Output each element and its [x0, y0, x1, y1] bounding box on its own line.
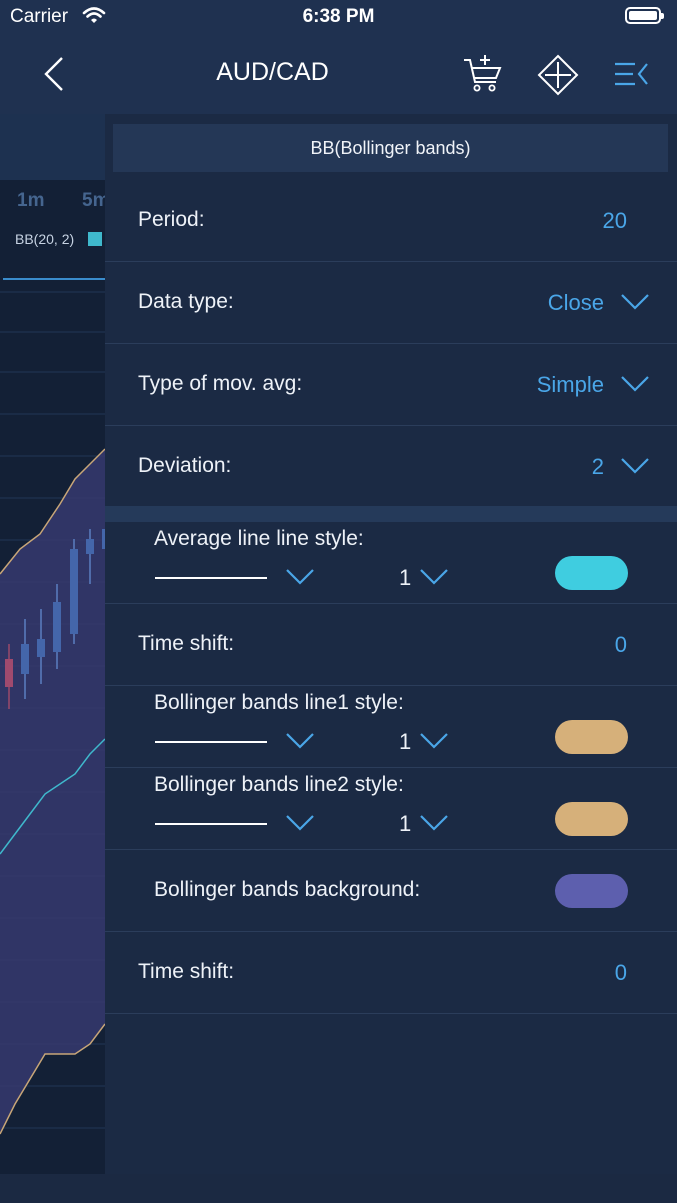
chevron-down-icon[interactable]	[419, 568, 449, 586]
chevron-down-icon[interactable]	[620, 457, 650, 475]
chevron-down-icon[interactable]	[285, 732, 315, 750]
panel-header: BB(Bollinger bands)	[113, 124, 668, 172]
bb-background-row[interactable]: Bollinger bands background:	[105, 850, 677, 932]
line-style-sample[interactable]	[155, 741, 267, 743]
cart-add-icon[interactable]	[462, 54, 504, 94]
panel-title: BB(Bollinger bands)	[310, 138, 471, 158]
price-chart[interactable]: 1m 5m BB(20, 2)	[0, 114, 105, 1174]
average-line-color-button[interactable]	[555, 556, 628, 590]
bb-line2-color-button[interactable]	[555, 802, 628, 836]
chevron-down-icon[interactable]	[285, 568, 315, 586]
chart-plot	[0, 291, 105, 1135]
chart-header	[0, 114, 105, 180]
bb-background-color-button[interactable]	[555, 874, 628, 908]
line-width-value[interactable]: 1	[399, 729, 411, 755]
data-type-value[interactable]: Close	[548, 290, 604, 316]
data-type-row[interactable]: Data type: Close	[105, 262, 677, 344]
line-style-sample[interactable]	[155, 823, 267, 825]
status-bar: Carrier 6:38 PM	[0, 0, 677, 36]
deviation-row[interactable]: Deviation: 2	[105, 426, 677, 508]
line-style-sample[interactable]	[155, 577, 267, 579]
chevron-down-icon[interactable]	[620, 293, 650, 311]
time-shift-row-2[interactable]: Time shift: 0	[105, 932, 677, 1014]
chevron-down-icon[interactable]	[419, 814, 449, 832]
battery-icon	[625, 7, 664, 24]
bb-line2-style-label: Bollinger bands line2 style:	[154, 773, 404, 796]
bb-line1-style-label: Bollinger bands line1 style:	[154, 691, 404, 714]
bottom-safe-area	[0, 1174, 677, 1203]
bb-background-label: Bollinger bands background:	[154, 878, 421, 901]
mov-avg-label: Type of mov. avg:	[138, 372, 303, 395]
chevron-down-icon[interactable]	[419, 732, 449, 750]
line-width-value[interactable]: 1	[399, 811, 411, 837]
chart-divider	[3, 278, 105, 280]
deviation-label: Deviation:	[138, 454, 232, 477]
navigation-bar: AUD/CAD	[0, 36, 677, 114]
indicator-color-swatch	[88, 232, 102, 246]
chevron-down-icon[interactable]	[285, 814, 315, 832]
bb-line1-style-row[interactable]: Bollinger bands line1 style: 1	[105, 686, 677, 768]
bb-line2-style-row[interactable]: Bollinger bands line2 style: 1	[105, 768, 677, 850]
timeframe-1m[interactable]: 1m	[17, 190, 44, 212]
period-label: Period:	[138, 208, 205, 231]
mov-avg-row[interactable]: Type of mov. avg: Simple	[105, 344, 677, 426]
indicator-settings-panel: BB(Bollinger bands) Period: 20 Data type…	[105, 114, 677, 1174]
bb-line1-color-button[interactable]	[555, 720, 628, 754]
time-shift-label: Time shift:	[138, 960, 235, 983]
mov-avg-value[interactable]: Simple	[537, 372, 604, 398]
deviation-value[interactable]: 2	[592, 454, 604, 480]
timeframe-5m[interactable]: 5m	[82, 190, 105, 212]
period-row[interactable]: Period: 20	[105, 180, 677, 262]
section-divider	[105, 506, 677, 522]
move-crosshair-icon[interactable]	[537, 54, 579, 96]
time-shift-value[interactable]: 0	[615, 632, 627, 658]
average-line-style-label: Average line line style:	[154, 527, 364, 550]
indicator-label: BB(20, 2)	[15, 231, 75, 247]
menu-collapse-icon[interactable]	[613, 60, 651, 88]
time-shift-row-1[interactable]: Time shift: 0	[105, 604, 677, 686]
chevron-down-icon[interactable]	[620, 375, 650, 393]
clock: 6:38 PM	[302, 6, 375, 27]
average-line-style-row[interactable]: Average line line style: 1	[105, 522, 677, 604]
time-shift-label: Time shift:	[138, 632, 235, 655]
line-width-value[interactable]: 1	[399, 565, 411, 591]
time-shift-value[interactable]: 0	[615, 960, 627, 986]
period-value[interactable]: 20	[603, 208, 627, 234]
data-type-label: Data type:	[138, 290, 234, 313]
